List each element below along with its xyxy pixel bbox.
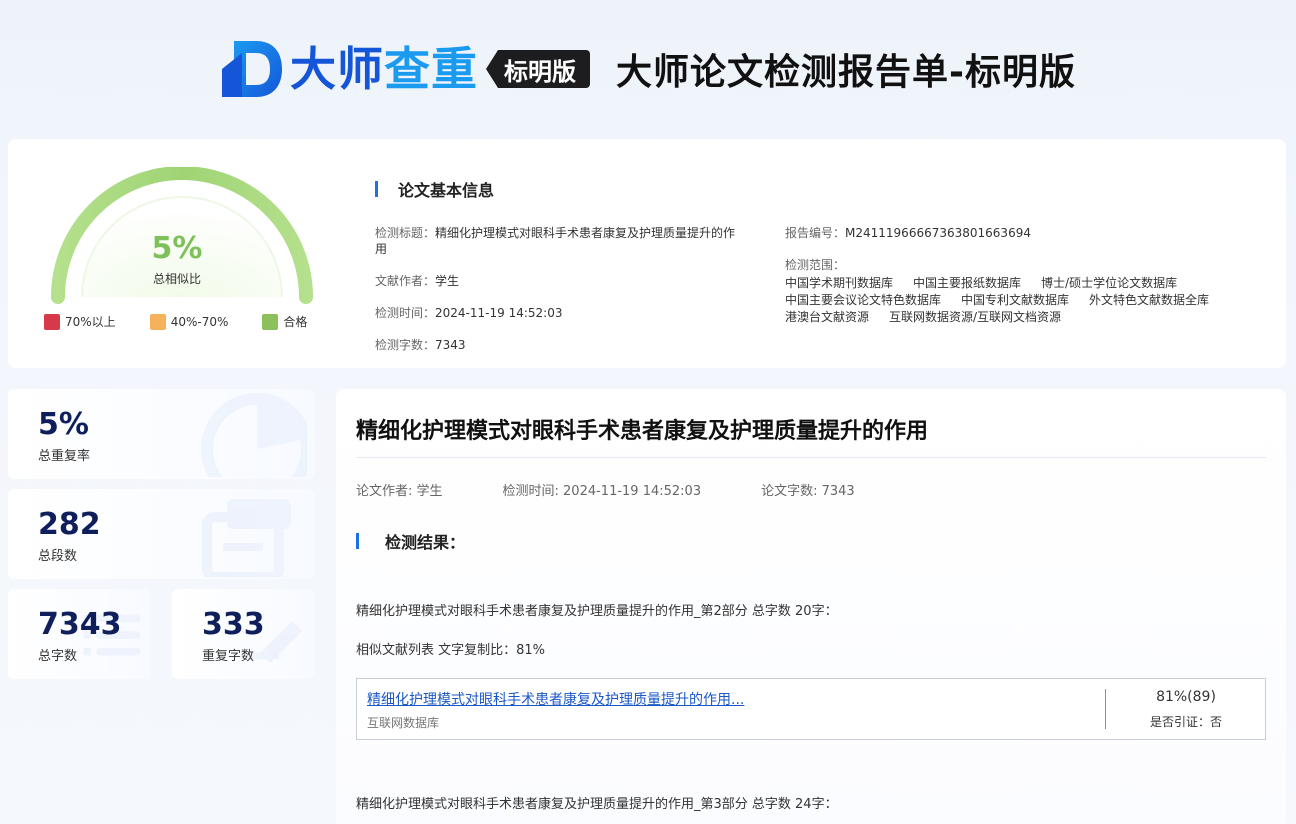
section-part-3: 精细化护理模式对眼科手术患者康复及护理质量提升的作用_第3部分 总字数 24字：	[356, 797, 838, 812]
legend-swatch-pass	[262, 313, 279, 330]
total-words-value: 7343	[38, 607, 122, 642]
stat-total-words: 7343 总字数	[8, 589, 151, 679]
stat-paragraphs: 282 总段数	[8, 489, 315, 579]
legend-label-mid: 40%-70%	[170, 314, 229, 329]
paper-meta: 论文作者: 学生 检测时间: 2024-11-19 14:52:03 论文字数:…	[356, 480, 915, 499]
info-report-key: 报告编号：	[785, 226, 846, 240]
brand-name: 大师查重	[290, 46, 478, 92]
legend-item-high: 70%以上	[44, 313, 116, 330]
summary-card: 5% 总相似比 70%以上 40%-70% 合格 论文基本信息 检测标题：精细化…	[8, 139, 1286, 368]
duplicate-words-label: 重复字数	[202, 649, 255, 664]
paragraphs-label: 总段数	[38, 549, 78, 564]
duplicate-words-value: 333	[202, 607, 265, 642]
total-similarity-percent: 5%	[151, 231, 203, 266]
basic-info-heading-text: 论文基本信息	[398, 181, 495, 200]
info-author-key: 文献作者：	[375, 274, 436, 288]
pie-chart-icon	[201, 393, 307, 477]
edition-badge: 标明版	[486, 50, 591, 88]
similar-doc-entry: 精细化护理模式对眼科手术患者康复及护理质量提升的作用... 互联网数据库 81%…	[356, 678, 1266, 740]
title-divider	[356, 457, 1266, 458]
page-title: 大师论文检测报告单-标明版	[616, 52, 1076, 93]
legend-item-pass: 合格	[262, 313, 307, 330]
legend-swatch-mid	[149, 313, 166, 330]
meta-words: 论文字数: 7343	[761, 484, 855, 499]
scope-item: 港澳台文献资源	[785, 310, 870, 324]
paragraphs-value: 282	[38, 507, 101, 542]
info-row-time: 检测时间：2024-11-19 14:52:03	[375, 305, 745, 321]
scope-item: 中国专利文献数据库	[961, 293, 1070, 307]
legend-item-mid: 40%-70%	[149, 313, 229, 330]
total-rate-value: 5%	[38, 407, 89, 442]
basic-info-right: 报告编号：M24111966667363801663694 检测范围： 中国学术…	[785, 225, 1245, 326]
brand-logo: 大师查重 标明版	[220, 39, 591, 99]
info-author-value: 学生	[435, 274, 460, 288]
scope-item: 中国主要报纸数据库	[913, 276, 1022, 290]
info-time-value: 2024-11-19 14:52:03	[435, 306, 563, 320]
info-row-scope: 检测范围： 中国学术期刊数据库 中国主要报纸数据库 博士/硕士学位论文数据库 中…	[785, 257, 1245, 326]
similar-doc-percent: 81%(89)	[1156, 689, 1216, 705]
info-row-words: 检测字数：7343	[375, 337, 745, 353]
report-detail: 精细化护理模式对眼科手术患者康复及护理质量提升的作用 论文作者: 学生 检测时间…	[336, 389, 1286, 824]
info-title-key: 检测标题：	[375, 226, 436, 240]
legend-label-high: 70%以上	[65, 315, 116, 329]
scope-item: 博士/硕士学位论文数据库	[1041, 276, 1178, 290]
info-report-value: M24111966667363801663694	[845, 226, 1031, 240]
stat-total-rate: 5% 总重复率	[8, 389, 315, 479]
brand-logo-icon	[222, 41, 283, 97]
scope-item: 外文特色文献数据全库	[1089, 293, 1210, 307]
heading-accent-bar	[375, 181, 378, 197]
total-words-label: 总字数	[38, 649, 78, 664]
meta-time: 检测时间: 2024-11-19 14:52:03	[502, 484, 702, 499]
info-row-title: 检测标题：精细化护理模式对眼科手术患者康复及护理质量提升的作用	[375, 225, 745, 257]
info-scope-key: 检测范围：	[785, 258, 846, 272]
similar-doc-link[interactable]: 精细化护理模式对眼科手术患者康复及护理质量提升的作用...	[367, 689, 744, 709]
result-heading: 检测结果：	[356, 529, 465, 553]
section-part-2: 精细化护理模式对眼科手术患者康复及护理质量提升的作用_第2部分 总字数 20字：	[356, 604, 838, 619]
document-icon	[202, 499, 291, 577]
scope-item: 中国主要会议论文特色数据库	[785, 293, 942, 307]
result-heading-text: 检测结果：	[385, 533, 466, 552]
stat-duplicate-words: 333 重复字数	[172, 589, 315, 679]
paper-title: 精细化护理模式对眼科手术患者康复及护理质量提升的作用	[356, 419, 929, 444]
similar-doc-source: 互联网数据库	[367, 716, 440, 730]
brand-name-part1: 大师	[290, 42, 385, 96]
gauge-legend: 70%以上 40%-70% 合格	[44, 313, 341, 330]
basic-info-heading: 论文基本信息	[375, 177, 494, 201]
similar-docs-summary: 相似文献列表 文字复制比：81%	[356, 643, 546, 658]
legend-swatch-high	[44, 313, 60, 330]
heading-accent-bar	[356, 533, 359, 549]
info-time-key: 检测时间：	[375, 306, 436, 320]
report-header: 大师查重 标明版 大师论文检测报告单-标明版	[0, 0, 1296, 138]
meta-author: 论文作者: 学生	[356, 484, 443, 499]
info-words-value: 7343	[435, 338, 466, 352]
scope-item: 中国学术期刊数据库	[785, 276, 894, 290]
info-row-report-id: 报告编号：M24111966667363801663694	[785, 225, 1245, 241]
info-row-author: 文献作者：学生	[375, 273, 745, 289]
total-rate-label: 总重复率	[38, 449, 91, 464]
total-similarity-label: 总相似比	[152, 272, 201, 286]
scope-list: 中国学术期刊数据库 中国主要报纸数据库 博士/硕士学位论文数据库 中国主要会议论…	[785, 275, 1245, 326]
basic-info-left: 检测标题：精细化护理模式对眼科手术患者康复及护理质量提升的作用 文献作者：学生 …	[375, 225, 745, 369]
gauge-readout: 5% 总相似比	[8, 231, 346, 287]
similar-doc-citation: 是否引证：否	[1149, 715, 1222, 729]
legend-label-pass: 合格	[283, 315, 308, 329]
scope-item: 互联网数据资源/互联网文档资源	[889, 310, 1062, 324]
brand-name-part2: 查重	[384, 42, 479, 96]
info-words-key: 检测字数：	[375, 338, 436, 352]
